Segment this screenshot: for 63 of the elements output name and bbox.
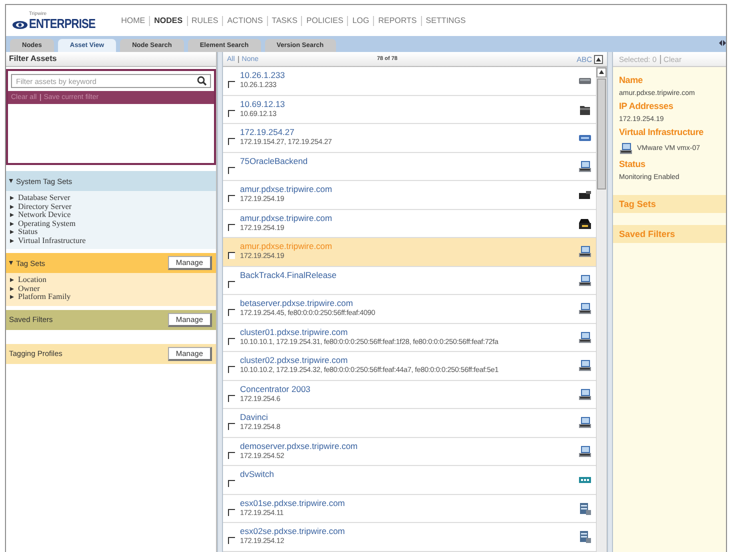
nav-link[interactable]: LOG	[347, 16, 374, 26]
sort-icon[interactable]	[594, 54, 603, 64]
asset-name[interactable]: esx01se.pdxse.tripwire.com	[240, 498, 578, 508]
computer-icon	[619, 142, 633, 155]
asset-row[interactable]: BackTrack4.FinalRelease	[223, 266, 596, 295]
asset-name[interactable]: dvSwitch	[240, 469, 578, 479]
tag-set-item[interactable]: Network Device	[18, 211, 71, 220]
asset-name[interactable]: BackTrack4.FinalRelease	[240, 270, 578, 280]
tag-set-item[interactable]: Platform Family	[18, 293, 71, 302]
nav-link[interactable]: RULES	[186, 16, 222, 26]
field-label: Virtual Infrastructure	[619, 127, 704, 137]
panel-title: Filter Assets	[6, 52, 216, 67]
asset-name[interactable]: cluster01.pdxse.tripwire.com	[240, 326, 578, 336]
tag-set-item[interactable]: Location	[18, 276, 46, 284]
tag-set-item[interactable]: Virtual Infrastructure	[18, 236, 86, 245]
printer-icon	[578, 216, 592, 230]
nav-link[interactable]: HOME	[117, 16, 150, 26]
asset-row[interactable]: 75OracleBackend	[223, 152, 596, 181]
nav-link[interactable]: REPORTS	[373, 16, 421, 26]
tag-set-item[interactable]: Status	[18, 228, 38, 236]
asset-name[interactable]: esx02se.pdxse.tripwire.com	[240, 526, 578, 536]
tag-set-item[interactable]: Operating System	[18, 220, 76, 228]
field-label: Status	[619, 159, 646, 169]
computer-icon	[578, 330, 592, 344]
field-label: Name	[619, 75, 644, 85]
server-icon	[578, 502, 592, 515]
nav-link[interactable]: ACTIONS	[222, 16, 267, 26]
asset-name[interactable]: cluster02.pdxse.tripwire.com	[240, 355, 578, 365]
asset-name[interactable]: 10.69.12.13	[240, 98, 578, 108]
tag-set-item[interactable]: Owner	[18, 284, 40, 293]
computer-icon	[578, 444, 592, 458]
asset-name[interactable]: 75OracleBackend	[240, 156, 578, 166]
drive-icon	[578, 188, 592, 202]
asset-name[interactable]: amur.pdxse.tripwire.com	[240, 212, 578, 222]
nav-link[interactable]: TASKS	[266, 16, 302, 26]
computer-icon	[578, 388, 592, 401]
asset-name[interactable]: amur.pdxse.tripwire.com	[240, 184, 578, 194]
computer-icon	[578, 416, 592, 430]
collapse-handle-icon[interactable]	[719, 39, 726, 47]
search-icon	[197, 76, 207, 86]
computer-icon	[578, 274, 592, 287]
asset-name[interactable]: 10.26.1.233	[240, 70, 578, 80]
computer-icon	[578, 359, 592, 372]
computer-icon	[578, 160, 592, 173]
asset-name[interactable]: demoserver.pdxse.tripwire.com	[240, 440, 578, 450]
computer-icon	[578, 245, 592, 258]
asset-name[interactable]: Concentrator 2003	[240, 384, 578, 394]
brand-name: ENTERPRISE	[29, 17, 96, 30]
checkbox[interactable]	[228, 252, 235, 260]
nav-link[interactable]: SETTINGS	[420, 16, 470, 26]
nav-link[interactable]: POLICIES	[301, 16, 348, 26]
asset-name[interactable]: 172.19.254.27	[240, 127, 578, 137]
computer-icon	[578, 302, 592, 316]
asset-row[interactable]: dvSwitch	[223, 466, 596, 494]
eye-logo-icon	[12, 20, 28, 30]
server-icon	[578, 530, 592, 544]
scrollbar[interactable]	[596, 67, 607, 552]
nav-link[interactable]: NODES	[149, 16, 187, 26]
tag-set-item[interactable]: Directory Server	[18, 202, 72, 211]
field-label: IP Addresses	[619, 101, 674, 111]
asset-name[interactable]: betaserver.pdxse.tripwire.com	[240, 298, 578, 308]
asset-name[interactable]: Davinci	[240, 412, 578, 422]
tag-set-item[interactable]: Database Server	[18, 194, 70, 202]
